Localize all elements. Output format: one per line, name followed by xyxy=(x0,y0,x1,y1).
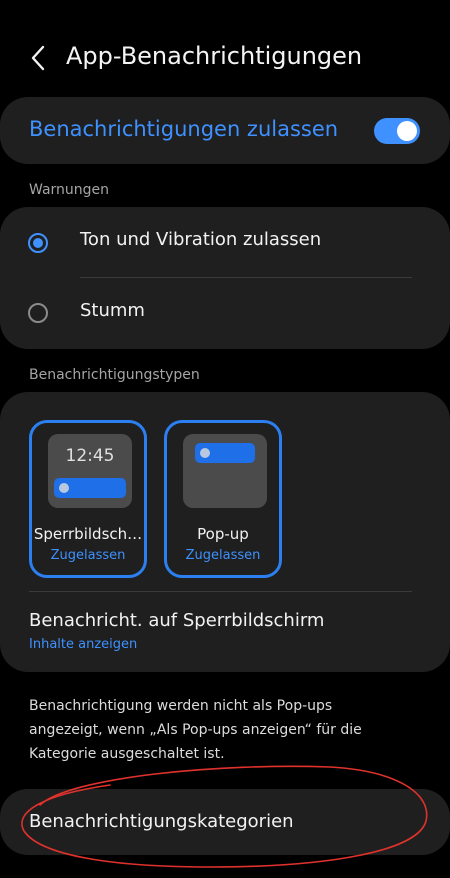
preview-dot xyxy=(200,448,210,458)
chevron-left-icon xyxy=(31,45,45,71)
tile-name: Sperrbildsch… xyxy=(33,525,143,543)
radio-unselected-icon[interactable] xyxy=(28,303,48,323)
allow-notifications-toggle[interactable] xyxy=(374,118,420,144)
toggle-knob xyxy=(397,121,417,141)
tile-status: Zugelassen xyxy=(50,548,126,563)
popup-preview xyxy=(183,434,267,508)
page-title: App-Benachrichtigungen xyxy=(66,42,363,70)
option-mute[interactable]: Stumm xyxy=(0,278,450,348)
allow-notifications-label: Benachrichtigungen zulassen xyxy=(29,117,339,141)
warnings-card: Ton und Vibration zulassen Stumm xyxy=(0,207,450,349)
option-label: Stumm xyxy=(80,300,145,321)
preview-dot xyxy=(59,483,69,493)
back-button[interactable] xyxy=(22,40,54,76)
categories-label: Benachrichtigungskategorien xyxy=(29,811,294,832)
tile-status: Zugelassen xyxy=(185,548,261,563)
header: App-Benachrichtigungen xyxy=(0,30,450,86)
divider xyxy=(29,591,412,592)
lockscreen-title: Benachricht. auf Sperrbildschirm xyxy=(29,610,325,631)
app-notifications-screen: App-Benachrichtigungen Benachrichtigunge… xyxy=(0,0,450,878)
preview-clock: 12:45 xyxy=(65,446,115,466)
warnings-section-label: Warnungen xyxy=(29,182,110,198)
lockscreen-subtitle: Inhalte anzeigen xyxy=(29,637,138,652)
types-section-label: Benachrichtigungstypen xyxy=(29,367,200,383)
popup-info-text: Benachrichtigung werden nicht als Pop-up… xyxy=(29,698,362,762)
lockscreen-preview: 12:45 xyxy=(48,434,132,508)
radio-selected-icon[interactable] xyxy=(28,233,48,253)
option-sound-vibration[interactable]: Ton und Vibration zulassen xyxy=(0,207,450,277)
preview-notification-bar xyxy=(195,443,255,463)
tile-name: Pop-up xyxy=(197,525,249,543)
preview-notification-bar xyxy=(54,478,126,498)
notification-categories-row[interactable]: Benachrichtigungskategorien xyxy=(0,789,450,855)
lockscreen-type-tile[interactable]: 12:45 Sperrbildsch… Zugelassen xyxy=(29,420,147,578)
popup-type-tile[interactable]: Pop-up Zugelassen xyxy=(164,420,282,578)
lockscreen-notifications-row[interactable]: Benachricht. auf Sperrbildschirm Inhalte… xyxy=(0,600,450,666)
option-label: Ton und Vibration zulassen xyxy=(80,229,322,250)
